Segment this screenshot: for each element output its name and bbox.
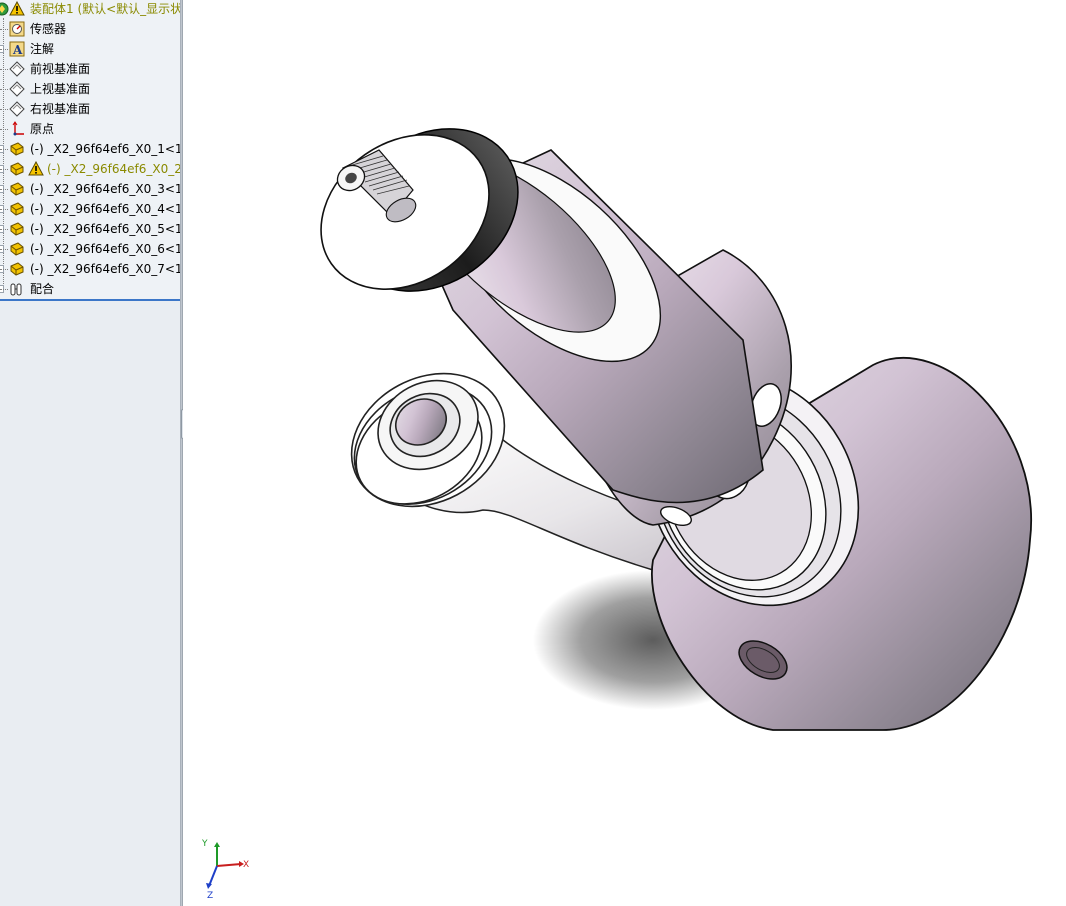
tree-item-label: (-) _X2_96f64ef6_X0_1<1>	[30, 142, 180, 156]
graphics-viewport[interactable]: Y X Z	[183, 0, 1066, 906]
part-icon	[10, 162, 24, 176]
tree-item-origin[interactable]: 原点	[0, 119, 180, 139]
part-icon	[10, 182, 24, 196]
tree-item-part-6[interactable]: (-) _X2_96f64ef6_X0_6<1>	[0, 239, 180, 259]
tree-item-label: (-) _X2_96f64ef6_X0_7<1>	[30, 262, 180, 276]
tree-item-label: 上视基准面	[30, 82, 91, 96]
tree-item-label: 传感器	[30, 22, 67, 36]
part-icon	[10, 242, 24, 256]
tree-item-part-4[interactable]: (-) _X2_96f64ef6_X0_4<1>	[0, 199, 180, 219]
tree-item-label: (-) _X2_96f64ef6_X0_6<1>	[30, 242, 180, 256]
tree-item-part-2[interactable]: (-) _X2_96f64ef6_X0_2<	[0, 159, 180, 179]
part-icon	[10, 222, 24, 236]
part-icon	[10, 262, 24, 276]
tree-item-label: (-) _X2_96f64ef6_X0_3<1>	[30, 182, 180, 196]
tree-item-label: 配合	[30, 282, 55, 296]
solidworks-window: 装配体1 (默认<默认_显示状 传感器 A 注解 前视基准面 上视基准面 右视基…	[0, 0, 1066, 906]
tree-item-label: 注解	[30, 42, 55, 56]
z-axis-label: Z	[207, 891, 213, 900]
warning-icon	[9, 1, 25, 16]
sensor-icon	[9, 21, 25, 37]
origin-icon	[12, 121, 24, 136]
tree-root[interactable]: 装配体1 (默认<默认_显示状	[0, 0, 180, 19]
annotation-icon: A	[9, 41, 25, 57]
mates-icon	[10, 283, 22, 296]
y-axis-label: Y	[201, 839, 208, 849]
tree-item-mates[interactable]: 配合	[0, 279, 180, 299]
tree-item-part-1[interactable]: (-) _X2_96f64ef6_X0_1<1>	[0, 139, 180, 159]
feature-manager-tree: 装配体1 (默认<默认_显示状 传感器 A 注解 前视基准面 上视基准面 右视基…	[0, 0, 180, 906]
tree-item-label: (-) _X2_96f64ef6_X0_5<1>	[30, 222, 180, 236]
tree-item-right-plane[interactable]: 右视基准面	[0, 99, 180, 119]
x-axis-arrow	[216, 863, 242, 867]
tree-root-label: 装配体1 (默认<默认_显示状	[30, 2, 180, 16]
plane-icon	[9, 101, 25, 117]
z-axis-arrow	[208, 865, 218, 887]
tree-item-top-plane[interactable]: 上视基准面	[0, 79, 180, 99]
tree-item-front-plane[interactable]: 前视基准面	[0, 59, 180, 79]
part-icon	[10, 202, 24, 216]
plane-icon	[9, 81, 25, 97]
view-triad: Y X Z	[201, 839, 249, 900]
tree-item-label: 原点	[30, 122, 55, 136]
plane-icon	[9, 61, 25, 77]
tree-item-sensors[interactable]: 传感器	[0, 19, 180, 39]
x-axis-label: X	[243, 860, 249, 870]
tree-item-label: (-) _X2_96f64ef6_X0_2<	[47, 162, 180, 176]
tree-divider	[0, 299, 180, 301]
tree-item-label: 前视基准面	[30, 62, 91, 76]
svg-text:A: A	[12, 43, 23, 57]
tree-item-annotations[interactable]: A 注解	[0, 39, 180, 59]
tree-item-label: 右视基准面	[30, 102, 91, 116]
assembly-model[interactable]	[183, 0, 1066, 906]
tree-item-part-3[interactable]: (-) _X2_96f64ef6_X0_3<1>	[0, 179, 180, 199]
tree-item-part-5[interactable]: (-) _X2_96f64ef6_X0_5<1>	[0, 219, 180, 239]
part-icon	[10, 142, 24, 156]
tree-item-label: (-) _X2_96f64ef6_X0_4<1>	[30, 202, 180, 216]
warning-icon	[28, 161, 44, 176]
tree-item-part-7[interactable]: (-) _X2_96f64ef6_X0_7<1>	[0, 259, 180, 279]
